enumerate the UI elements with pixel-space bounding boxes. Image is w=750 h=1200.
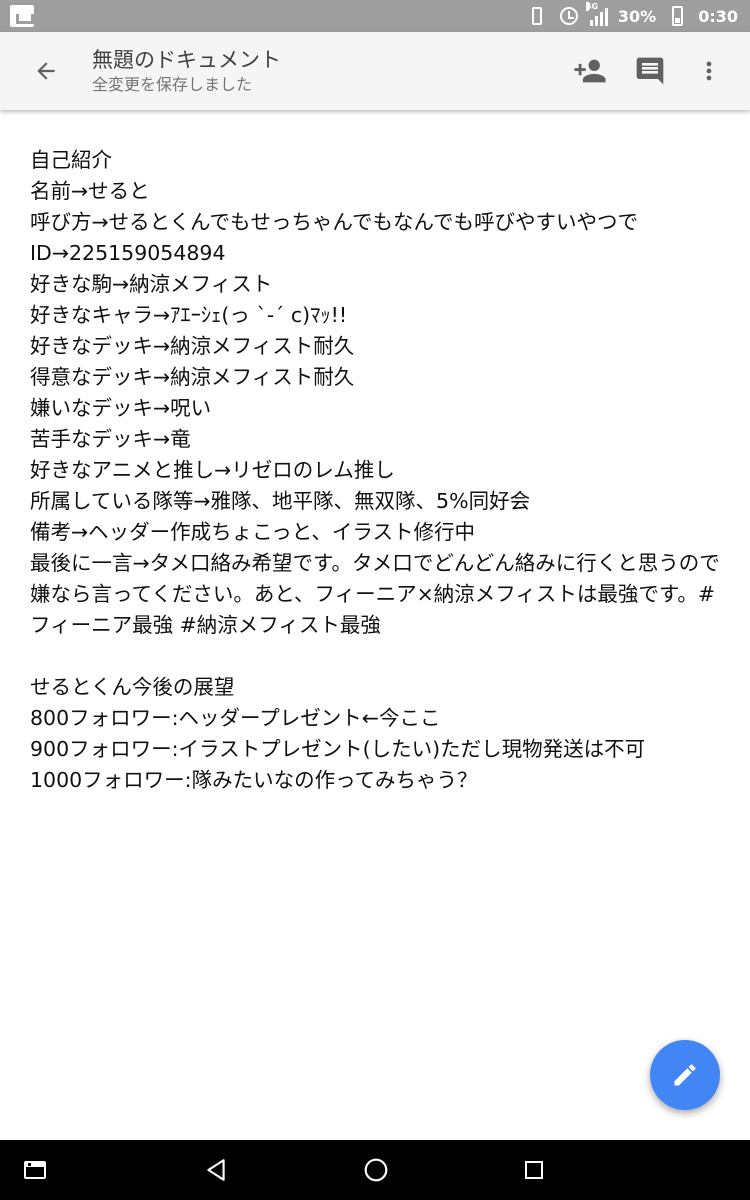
document-title[interactable]: 無題のドキュメント: [92, 46, 560, 74]
doc-line: 嫌いなデッキ→呪い: [30, 396, 212, 420]
doc-line: 好きなキャラ→ｱｴｰｼｪ(っ ˋ-ˊ c)ﾏｯ!!: [30, 303, 348, 327]
back-arrow-icon: [37, 62, 55, 80]
back-triangle-icon: [207, 1159, 225, 1181]
doc-line: 好きな駒→納涼メフィスト: [30, 272, 273, 296]
doc-line: せるとくん今後の展望: [30, 675, 235, 699]
download-notification-icon: [10, 5, 34, 27]
doc-line: 名前→せると: [30, 179, 150, 203]
network-label: 4G: [585, 2, 599, 11]
doc-line: 得意なデッキ→納涼メフィスト耐久: [30, 365, 355, 389]
home-circle-icon: [364, 1158, 388, 1182]
doc-line: 備考→ヘッダー作成ちょこっと、イラスト修行中: [30, 520, 476, 544]
battery-icon: [666, 5, 688, 27]
doc-line: 所属している隊等→雅隊、地平隊、無双隊、5%同好会: [30, 489, 531, 513]
doc-line: 苦手なデッキ→竜: [30, 427, 191, 451]
comment-icon: [636, 57, 664, 85]
share-button[interactable]: [560, 41, 620, 101]
edit-fab-button[interactable]: [650, 1040, 720, 1110]
add-person-icon: [574, 59, 606, 83]
doc-line: 800フォロワー:ヘッダープレゼント←今ここ: [30, 706, 441, 730]
save-status: 全変更を保存しました: [92, 75, 253, 94]
screenshot-button[interactable]: [18, 1140, 52, 1200]
alarm-icon: [558, 5, 580, 27]
app-bar: 無題のドキュメント 全変更を保存しました: [0, 32, 750, 110]
doc-line: 自己紹介: [30, 148, 112, 172]
battery-percent: 30%: [617, 6, 657, 26]
doc-line: 好きなデッキ→納涼メフィスト耐久: [30, 334, 355, 358]
nav-back-button[interactable]: [190, 1140, 242, 1200]
doc-line: ID→225159054894: [30, 241, 226, 265]
more-options-button[interactable]: [680, 41, 738, 101]
doc-paragraph: 最後に一言→タメ口絡み希望です。タメ口でどんどん絡みに行くと思うので嫌なら言って…: [30, 551, 720, 637]
clock-time: 0:30: [698, 6, 738, 26]
doc-line: 900フォロワー:イラストプレゼント(したい)ただし現物発送は不可: [30, 737, 646, 761]
doc-line: 1000フォロワー:隊みたいなの作ってみちゃう？: [30, 768, 478, 792]
doc-line: 呼び方→せるとくんでもせっちゃんでもなんでも呼びやすいやつで: [30, 210, 638, 234]
doc-line: 好きなアニメと推し→リゼロのレム推し: [30, 458, 395, 482]
edit-pencil-icon: [674, 1064, 696, 1086]
signal-icon: 4G: [585, 2, 608, 26]
vibrate-icon: [526, 5, 548, 27]
document-body[interactable]: 自己紹介 名前→せると 呼び方→せるとくんでもせっちゃんでもなんでも呼びやすいや…: [30, 145, 730, 796]
nav-home-button[interactable]: [350, 1140, 402, 1200]
back-button[interactable]: [0, 32, 92, 110]
recents-square-icon: [525, 1161, 543, 1179]
status-bar: 4G 30% 0:30: [0, 0, 750, 32]
navigation-bar: [0, 1140, 750, 1200]
nav-recents-button[interactable]: [508, 1140, 560, 1200]
screenshot-icon: [24, 1161, 46, 1179]
comments-button[interactable]: [620, 41, 680, 101]
more-vert-icon: [706, 61, 712, 81]
